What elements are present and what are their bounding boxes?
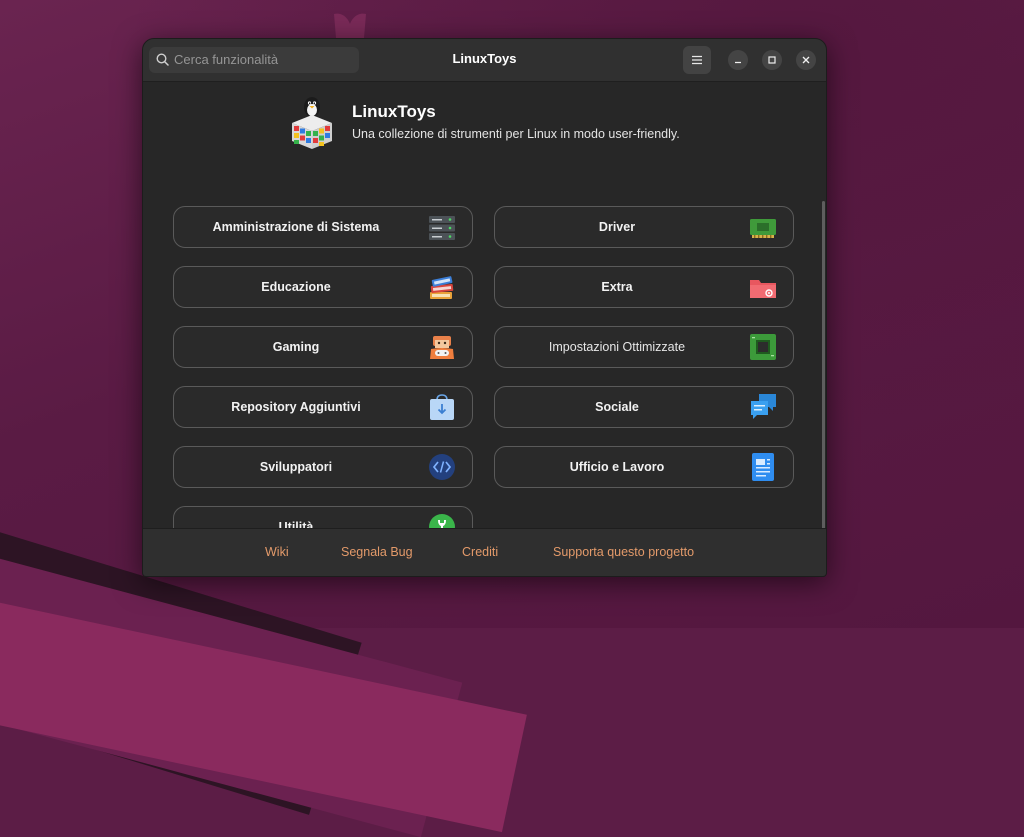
chip-icon — [750, 334, 776, 360]
category-label: Sviluppatori — [259, 460, 333, 474]
close-button[interactable] — [796, 50, 816, 70]
server-icon — [429, 216, 455, 240]
code-icon — [429, 454, 455, 480]
maximize-button[interactable] — [762, 50, 782, 70]
crediti-link[interactable]: Crediti — [462, 545, 498, 559]
category-label: Impostazioni Ottimizzate — [548, 340, 686, 354]
chat-bubbles-icon — [751, 394, 776, 419]
footer: Wiki Segnala Bug Crediti Supporta questo… — [143, 528, 826, 576]
header-bar: Cerca funzionalità LinuxToys — [143, 39, 826, 82]
app-heading: LinuxToys — [352, 102, 436, 121]
category-sviluppatori-button[interactable]: Sviluppatori — [173, 446, 473, 488]
app-description: Una collezione di strumenti per Linux in… — [352, 127, 680, 141]
linuxtoys-logo-icon — [292, 97, 332, 149]
category-label: Ufficio e Lavoro — [569, 460, 665, 474]
segnala-bug-link[interactable]: Segnala Bug — [341, 545, 413, 559]
app-window: Cerca funzionalità LinuxToys LinuxToys U… — [142, 38, 827, 577]
category-label: Amministrazione di Sistema — [212, 220, 380, 234]
category-label: Sociale — [595, 400, 639, 414]
folder-gear-icon — [750, 280, 776, 298]
category-extra-button[interactable]: Extra — [494, 266, 794, 308]
category-label: Repository Aggiuntivi — [231, 400, 361, 414]
main-menu-button[interactable] — [683, 46, 711, 74]
window-title: LinuxToys — [452, 51, 517, 66]
category-educazione-button[interactable]: Educazione — [173, 266, 473, 308]
category-label: Gaming — [272, 340, 320, 354]
main-content: LinuxToys Una collezione di strumenti pe… — [143, 82, 826, 553]
category-repository-aggiuntivi-button[interactable]: Repository Aggiuntivi — [173, 386, 473, 428]
scrollbar[interactable] — [822, 201, 825, 553]
hamburger-menu-icon — [692, 55, 702, 65]
category-amministrazione-di-sistema-button[interactable]: Amministrazione di Sistema — [173, 206, 473, 248]
category-gaming-button[interactable]: Gaming — [173, 326, 473, 368]
supporta-progetto-link[interactable]: Supporta questo progetto — [553, 545, 694, 559]
close-icon — [802, 56, 810, 64]
category-driver-button[interactable]: Driver — [494, 206, 794, 248]
document-icon — [752, 453, 774, 481]
category-ufficio-e-lavoro-button[interactable]: Ufficio e Lavoro — [494, 446, 794, 488]
category-impostazioni-ottimizzate-button[interactable]: Impostazioni Ottimizzate — [494, 326, 794, 368]
wiki-link[interactable]: Wiki — [265, 545, 289, 559]
minimize-button[interactable] — [728, 50, 748, 70]
category-sociale-button[interactable]: Sociale — [494, 386, 794, 428]
gamer-icon — [430, 336, 454, 359]
category-label: Driver — [598, 220, 636, 234]
maximize-icon — [768, 56, 776, 64]
minimize-icon — [735, 61, 741, 64]
category-label: Educazione — [261, 280, 331, 294]
books-icon — [430, 276, 454, 299]
circuit-board-icon — [750, 219, 776, 238]
shopping-bag-icon — [430, 394, 454, 420]
category-label: Extra — [601, 280, 633, 294]
